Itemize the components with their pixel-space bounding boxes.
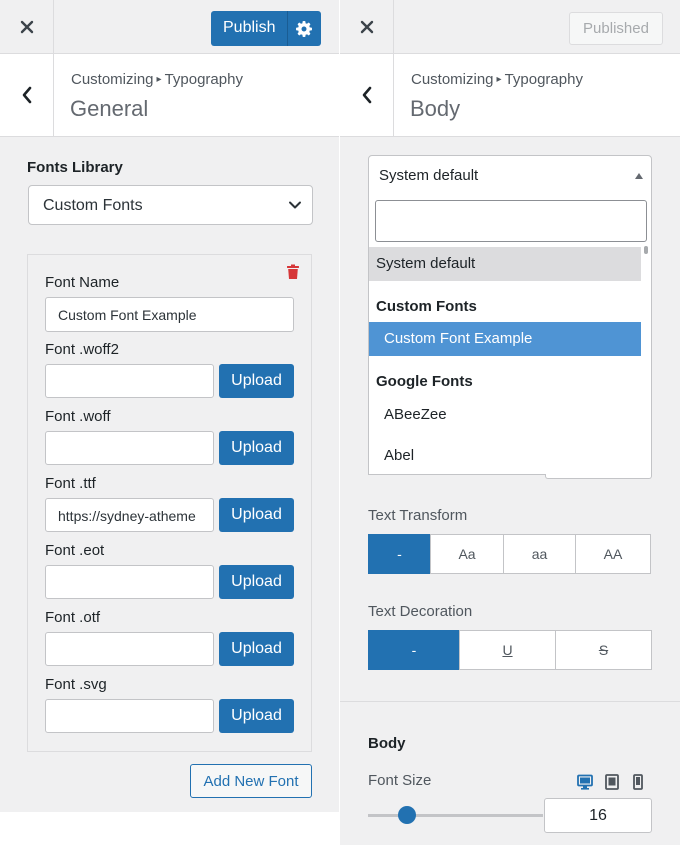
text-decoration-strikethrough[interactable]: S [555, 630, 652, 670]
upload-svg-button[interactable]: Upload [219, 699, 294, 733]
hidden-field-edge [545, 474, 652, 479]
page-title: General [70, 96, 149, 121]
left-section-header: Customizing ▸ Typography General [0, 54, 339, 137]
font-eot-input[interactable] [45, 565, 214, 599]
close-button[interactable] [340, 0, 394, 53]
font-size-slider-handle[interactable] [398, 806, 416, 824]
option-label: System default [376, 255, 476, 272]
right-top-bar: Published [340, 0, 680, 54]
upload-ttf-button[interactable]: Upload [219, 498, 294, 532]
publish-separator [287, 11, 288, 46]
option-label: Custom Font Example [384, 330, 533, 347]
font-woff2-input[interactable] [45, 364, 214, 398]
caret-up-icon [635, 173, 643, 179]
chevron-down-icon [289, 201, 301, 209]
font-otf-input[interactable] [45, 632, 214, 666]
font-woff-input[interactable] [45, 431, 214, 465]
close-icon [20, 20, 33, 33]
breadcrumb-arrow-icon: ▸ [156, 74, 162, 85]
font-size-label: Font Size [368, 772, 432, 789]
group-custom-fonts: Custom Fonts [376, 298, 477, 315]
option-abeezee[interactable]: ABeeZee [369, 398, 641, 432]
text-transform-label: Text Transform [368, 507, 468, 524]
font-size-input[interactable]: 16 [544, 798, 652, 833]
text-decoration-underline[interactable]: U [459, 630, 556, 670]
publish-label: Publish [223, 19, 276, 36]
text-transform-lowercase[interactable]: aa [503, 534, 576, 574]
close-button[interactable] [0, 0, 54, 53]
close-icon [360, 20, 373, 33]
breadcrumb-arrow-icon: ▸ [496, 74, 502, 85]
text-decoration-none[interactable]: - [368, 630, 460, 670]
breadcrumb: Customizing ▸ Typography [411, 71, 583, 88]
upload-otf-button[interactable]: Upload [219, 632, 294, 666]
fonts-library-select[interactable]: Custom Fonts [28, 185, 313, 225]
breadcrumb: Customizing ▸ Typography [71, 71, 243, 88]
font-svg-input[interactable] [45, 699, 214, 733]
body-font-size-section: Body Font Size 16 [340, 701, 680, 845]
device-switcher [577, 774, 647, 792]
body-font-select-value: System default [379, 167, 479, 184]
back-button[interactable] [340, 54, 394, 136]
font-name-input[interactable]: Custom Font Example [45, 297, 294, 332]
option-label: ABeeZee [384, 406, 447, 423]
published-button[interactable]: Published [569, 12, 663, 45]
option-custom-font-example[interactable]: Custom Font Example [369, 322, 641, 356]
left-top-bar: Publish [0, 0, 339, 54]
add-new-font-button[interactable]: Add New Font [190, 764, 312, 798]
chevron-left-icon [362, 86, 371, 104]
font-ttf-value: https://sydney-atheme [58, 508, 196, 524]
upload-eot-button[interactable]: Upload [219, 565, 294, 599]
trash-icon[interactable] [286, 264, 300, 280]
desktop-icon[interactable] [577, 774, 593, 790]
breadcrumb-current: Typography [504, 71, 583, 88]
dropdown-scrollbar[interactable] [644, 246, 648, 471]
text-transform-none[interactable]: - [368, 534, 431, 574]
option-system-default[interactable]: System default [369, 247, 641, 281]
back-button[interactable] [0, 54, 54, 136]
right-customizer-panel: Published Customizing ▸ Typography Body Sy… [340, 0, 680, 845]
text-decoration-buttons: - U S [368, 630, 652, 670]
scrollbar-thumb[interactable] [644, 246, 648, 254]
font-otf-label: Font .otf [45, 609, 101, 626]
option-label: Abel [384, 447, 415, 464]
upload-woff-button[interactable]: Upload [219, 431, 294, 465]
option-abel[interactable]: Abel [369, 439, 641, 473]
font-name-value: Custom Font Example [58, 307, 197, 323]
mobile-icon[interactable] [633, 774, 643, 790]
left-customizer-panel: Publish Customizing ▸ Typography General F… [0, 0, 339, 812]
breadcrumb-current: Typography [164, 71, 243, 88]
upload-woff2-button[interactable]: Upload [219, 364, 294, 398]
gear-icon[interactable] [294, 19, 314, 39]
fonts-library-label: Fonts Library [27, 159, 123, 176]
publish-button[interactable]: Publish [211, 11, 321, 46]
font-woff-label: Font .woff [45, 408, 111, 425]
font-dropdown-list: System default Custom Fonts Custom Font … [368, 194, 652, 475]
right-section-header: Customizing ▸ Typography Body [340, 54, 680, 137]
text-transform-uppercase[interactable]: AA [575, 534, 651, 574]
font-search-input[interactable] [375, 200, 647, 242]
font-eot-label: Font .eot [45, 542, 105, 559]
body-heading: Body [368, 735, 406, 752]
page-title: Body [410, 96, 461, 121]
font-ttf-input[interactable]: https://sydney-atheme [45, 498, 214, 532]
group-google-fonts: Google Fonts [376, 373, 473, 390]
text-decoration-label: Text Decoration [368, 603, 473, 620]
font-svg-label: Font .svg [45, 676, 107, 693]
text-transform-capitalize[interactable]: Aa [430, 534, 504, 574]
font-ttf-label: Font .ttf [45, 475, 96, 492]
body-font-select[interactable]: System default [368, 155, 652, 195]
font-name-label: Font Name [45, 274, 120, 291]
fonts-library-value: Custom Fonts [43, 197, 143, 214]
breadcrumb-parent: Customizing [411, 71, 494, 88]
tablet-icon[interactable] [605, 774, 619, 790]
breadcrumb-parent: Customizing [71, 71, 154, 88]
font-size-slider-track[interactable] [368, 814, 543, 817]
chevron-left-icon [22, 86, 31, 104]
text-transform-buttons: - Aa aa AA [368, 534, 651, 574]
font-woff2-label: Font .woff2 [45, 341, 119, 358]
